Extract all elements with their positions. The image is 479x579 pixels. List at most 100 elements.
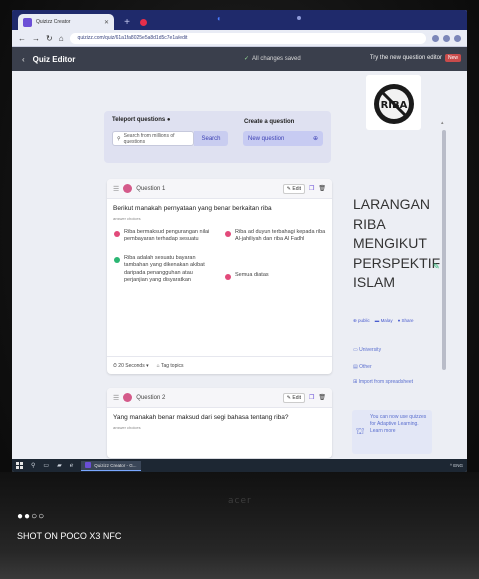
search-icon[interactable]: ⚲ [31,462,35,469]
visibility-public[interactable]: ⊕ public [353,318,370,324]
adaptive-learning-banner[interactable]: ⛫ You can now use quizzes for Adaptive L… [352,410,432,454]
time-limit-select[interactable]: ⏱ 20 Seconds ▾ [113,363,149,369]
quiz-title: LARANGAN RIBA MENGIKUT PERSPEKTIF ISLAM [353,196,441,291]
browser-tab-title: Quizizz Creator [36,19,71,25]
app-header: ‹ Quiz Editor ✓ All changes saved Try the… [12,47,467,71]
laptop-bezel [0,472,479,579]
extension-icon[interactable] [443,34,450,42]
edit-button[interactable]: ✎ Edit [282,183,305,194]
edit-button[interactable]: ✎ Edit [282,392,305,403]
monitor-screen: Quizizz Creator ✕ + ◐ ← → ↻ ⌂ quizizz.co… [12,10,467,472]
drag-handle-icon[interactable]: ☰ [113,394,119,402]
status-dot-icon [297,16,301,20]
adaptive-learning-text: You can now use quizzes for Adaptive Lea… [370,414,427,434]
delete-icon[interactable]: 🗑 [318,394,326,401]
back-chevron-icon[interactable]: ‹ [22,55,25,64]
question-text: Yang manakah benar maksud dari segi baha… [113,414,289,421]
grade-label: University [359,347,382,353]
extension-icon[interactable] [432,34,439,42]
time-limit-value: 20 Seconds [118,362,145,369]
search-button[interactable]: Search [194,131,228,146]
edit-button-label: Edit [292,394,301,401]
answer-option-text: Riba bermaksud pengurangan nilai pembaya… [124,229,210,243]
drag-handle-icon[interactable]: ☰ [113,185,119,193]
edit-quiz-pencil-icon[interactable]: ✎ [433,262,440,271]
address-bar[interactable]: quizizz.com/quiz/61a1fa8025e5a8d1d5c7e1a… [69,32,426,44]
browser-tab[interactable]: Quizizz Creator ✕ [18,14,114,30]
task-view-icon[interactable]: ▭ [43,462,49,469]
profile-icon[interactable] [454,34,461,42]
quizizz-favicon-icon [85,462,92,468]
laptop-brand-logo: acer [228,496,252,506]
system-tray[interactable]: ^ ENG [450,463,463,468]
forward-arrow-icon[interactable]: → [32,34,40,43]
quiz-cover-image[interactable]: RIBA [366,75,421,130]
windows-taskbar: ⚲ ▭ ▰ ℯ Quizizz Creator - G... ^ ENG [12,459,467,472]
create-question-label: Create a question [244,119,295,125]
home-icon[interactable]: ⌂ [59,34,64,43]
taskbar-task-label: Quizizz Creator - G... [94,462,137,468]
question-number: Question 2 [136,394,166,401]
answer-choices-label: answer choices [113,216,141,221]
edge-browser-icon[interactable]: ℯ [70,462,74,469]
windows-start-icon[interactable] [16,462,23,469]
reload-icon[interactable]: ↻ [46,34,53,43]
question-type-icon [123,184,133,193]
import-label: Import from spreadsheet [358,379,414,385]
close-tab-icon[interactable]: ✕ [104,19,109,26]
subject-info[interactable]: ▤ Other [353,364,372,370]
question-type-icon [123,393,133,402]
question-text: Berikut manakah pernyataan yang benar be… [113,205,272,212]
teleport-label-text: Teleport questions [112,117,166,123]
scroll-up-icon[interactable]: ▴ [441,120,444,126]
question-card-1[interactable]: ☰ Question 1 ✎ Edit ❐ 🗑 Berikut manakah … [107,179,332,374]
quiz-meta: ⊕ public ▬ Malay ● Share [353,318,414,324]
browser-toolbar: ← → ↻ ⌂ quizizz.com/quiz/61a1fa8025e5a8d… [12,30,467,47]
file-explorer-icon[interactable]: ▰ [57,462,62,469]
search-placeholder: Search from millions of questions [123,132,175,145]
try-new-editor-link[interactable]: Try the new question editor New [370,54,461,62]
taskbar-browser-task[interactable]: Quizizz Creator - G... [81,460,141,471]
correct-indicator-icon [114,257,120,263]
question-header: ☰ Question 1 ✎ Edit ❐ 🗑 [107,179,332,199]
answer-option-text: Riba ad duyun terbahagi kepada riba Al-j… [235,229,326,243]
incorrect-indicator-icon [225,274,231,280]
import-spreadsheet-link[interactable]: ⊞ Import from spreadsheet [353,379,413,385]
delete-icon[interactable]: 🗑 [318,185,326,192]
new-question-select-value: New question [248,135,285,142]
answer-option: Riba adalah sesuatu bayaran tambahan yan… [114,255,214,285]
save-status-text: All changes saved [252,56,301,62]
new-tab-icon[interactable]: + [120,15,134,29]
no-riba-icon: RIBA [367,76,420,129]
grade-info[interactable]: ▭ University [353,347,381,353]
subject-label: Other [359,364,372,370]
new-question-select[interactable]: New question ⊕ [243,131,323,146]
answer-option-text: Riba adalah sesuatu bayaran tambahan yan… [124,255,205,284]
edit-button-label: Edit [292,185,301,192]
incorrect-indicator-icon [225,231,231,237]
quizizz-favicon-icon [23,17,32,27]
duplicate-icon[interactable]: ❐ [309,185,314,192]
save-status: ✓ All changes saved [244,55,301,62]
check-icon: ✓ [244,56,250,62]
tag-topics-button[interactable]: ⌂ Tag topics [157,363,184,369]
language-malay[interactable]: ▬ Malay [375,318,393,324]
share-link[interactable]: ● Share [398,318,414,324]
teleport-create-panel: Teleport questions ● Create a question ⚲… [104,111,331,163]
adaptive-learning-icon: ⛫ [356,426,365,436]
new-badge: New [444,54,461,62]
language-label: Malay [380,318,393,323]
back-arrow-icon[interactable]: ← [18,34,26,43]
page-title: Quiz Editor [32,54,76,64]
question-footer: ⏱ 20 Seconds ▾ ⌂ Tag topics [107,356,332,374]
question-number: Question 1 [136,185,166,192]
scrollbar[interactable] [442,130,446,370]
question-card-2[interactable]: ☰ Question 2 ✎ Edit ❐ 🗑 Yang manakah ben… [107,388,332,458]
answer-option: Riba bermaksud pengurangan nilai pembaya… [114,229,214,244]
duplicate-icon[interactable]: ❐ [309,394,314,401]
teleport-search-input[interactable]: ⚲ Search from millions of questions [112,131,194,146]
incorrect-indicator-icon [114,231,120,237]
answer-option: Riba ad duyun terbahagi kepada riba Al-j… [225,229,327,244]
add-circle-icon: ⊕ [312,136,318,142]
question-header: ☰ Question 2 ✎ Edit ❐ 🗑 [107,388,332,408]
